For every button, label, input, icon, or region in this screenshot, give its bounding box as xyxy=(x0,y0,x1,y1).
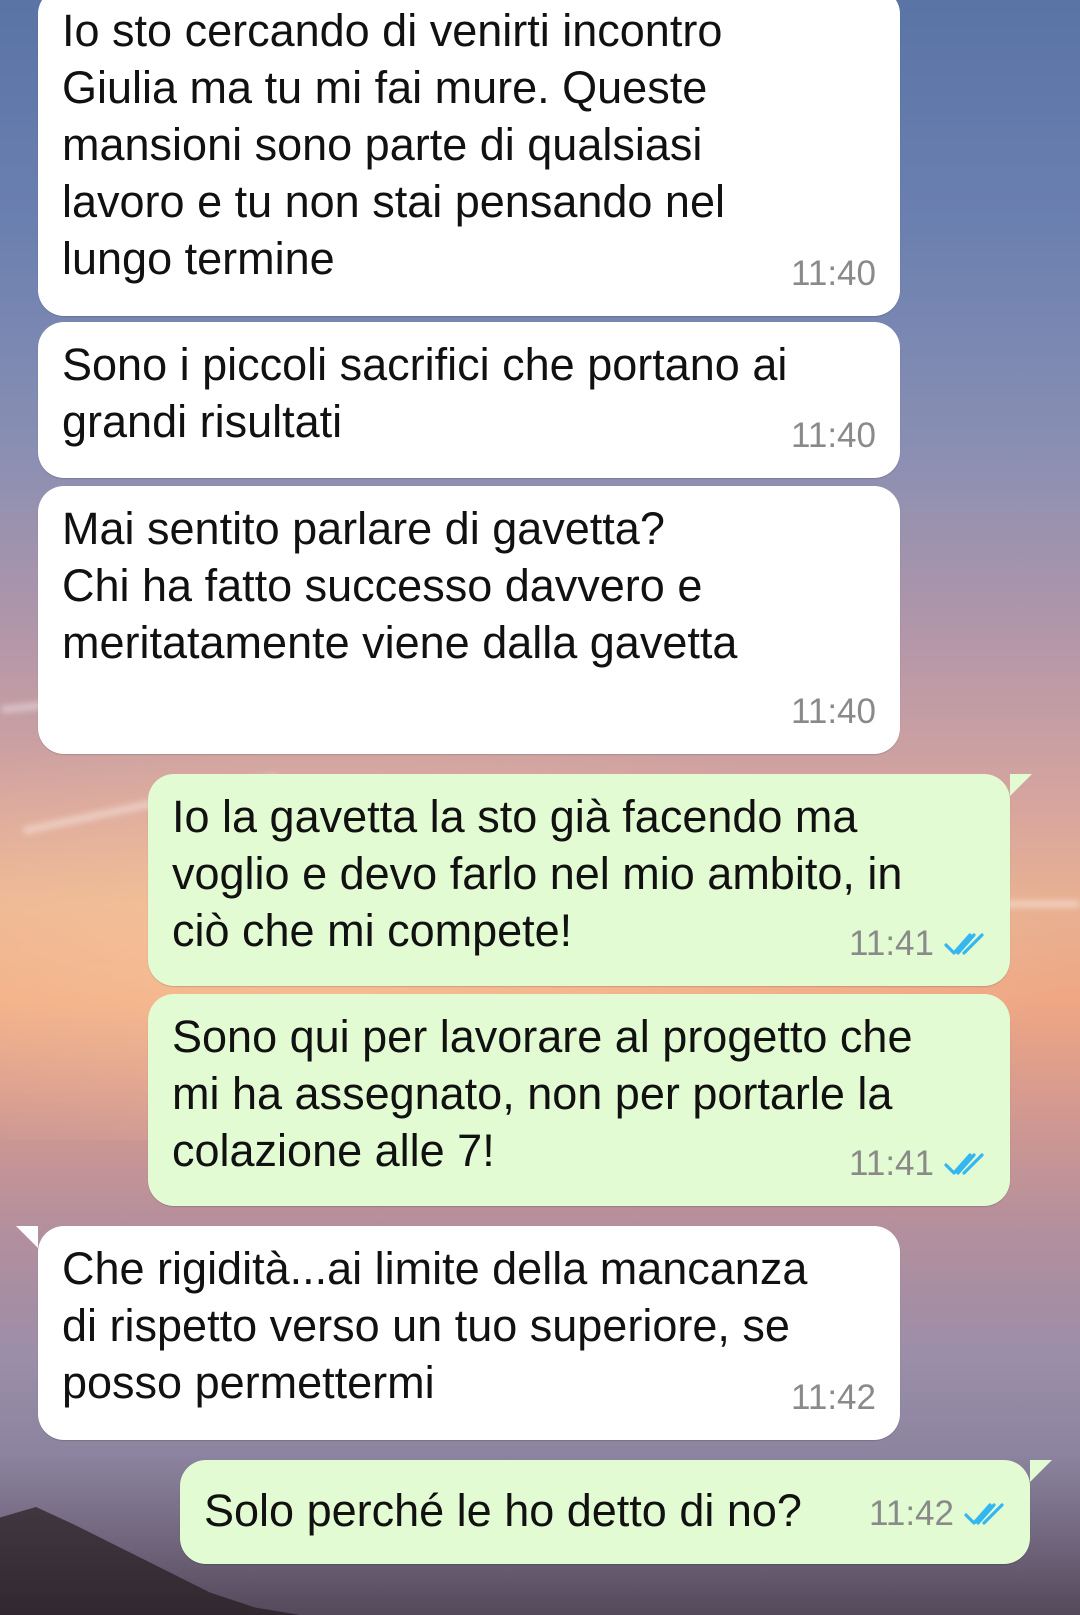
message-time: 11:40 xyxy=(791,416,876,455)
message-text: Sono i piccoli sacrifici che portano ai … xyxy=(62,339,788,447)
message-time: 11:41 xyxy=(849,924,934,963)
message-meta: 11:40 xyxy=(791,407,876,464)
message-text: Mai sentito parlare di gavetta? Chi ha f… xyxy=(62,503,738,668)
message-text: Io sto cercando di venirti incontro Giul… xyxy=(62,5,725,284)
message-bubble-incoming[interactable]: Io sto cercando di venirti incontro Giul… xyxy=(38,0,900,316)
message-bubble-incoming[interactable]: Che rigidità...ai limite della mancanza … xyxy=(38,1226,900,1440)
read-double-check-icon xyxy=(944,931,986,957)
message-bubble-outgoing[interactable]: Sono qui per lavorare al progetto che mi… xyxy=(148,994,1010,1206)
message-time: 11:41 xyxy=(849,1144,934,1183)
message-time: 11:40 xyxy=(791,692,876,731)
read-double-check-icon xyxy=(964,1501,1006,1527)
message-meta: 11:42 xyxy=(791,1369,876,1426)
bubble-tail xyxy=(16,1226,38,1248)
message-meta: 11:41 xyxy=(849,915,986,972)
message-bubble-incoming[interactable]: Sono i piccoli sacrifici che portano ai … xyxy=(38,322,900,478)
message-meta: 11:40 xyxy=(791,683,876,740)
bubble-tail xyxy=(1030,1460,1052,1482)
message-meta: 11:41 xyxy=(849,1135,986,1192)
message-time: 11:42 xyxy=(791,1378,876,1417)
message-text: Che rigidità...ai limite della mancanza … xyxy=(62,1243,808,1408)
message-meta: 11:40 xyxy=(791,245,876,302)
message-time: 11:42 xyxy=(869,1494,954,1533)
bubble-tail xyxy=(1010,774,1032,796)
message-bubble-incoming[interactable]: Mai sentito parlare di gavetta? Chi ha f… xyxy=(38,486,900,754)
message-time: 11:40 xyxy=(791,254,876,293)
message-meta: 11:42 xyxy=(869,1485,1006,1542)
message-bubble-outgoing[interactable]: Io la gavetta la sto già facendo ma vogl… xyxy=(148,774,1010,986)
read-double-check-icon xyxy=(944,1151,986,1177)
message-bubble-outgoing[interactable]: Solo perché le ho detto di no? 11:42 xyxy=(180,1460,1030,1564)
